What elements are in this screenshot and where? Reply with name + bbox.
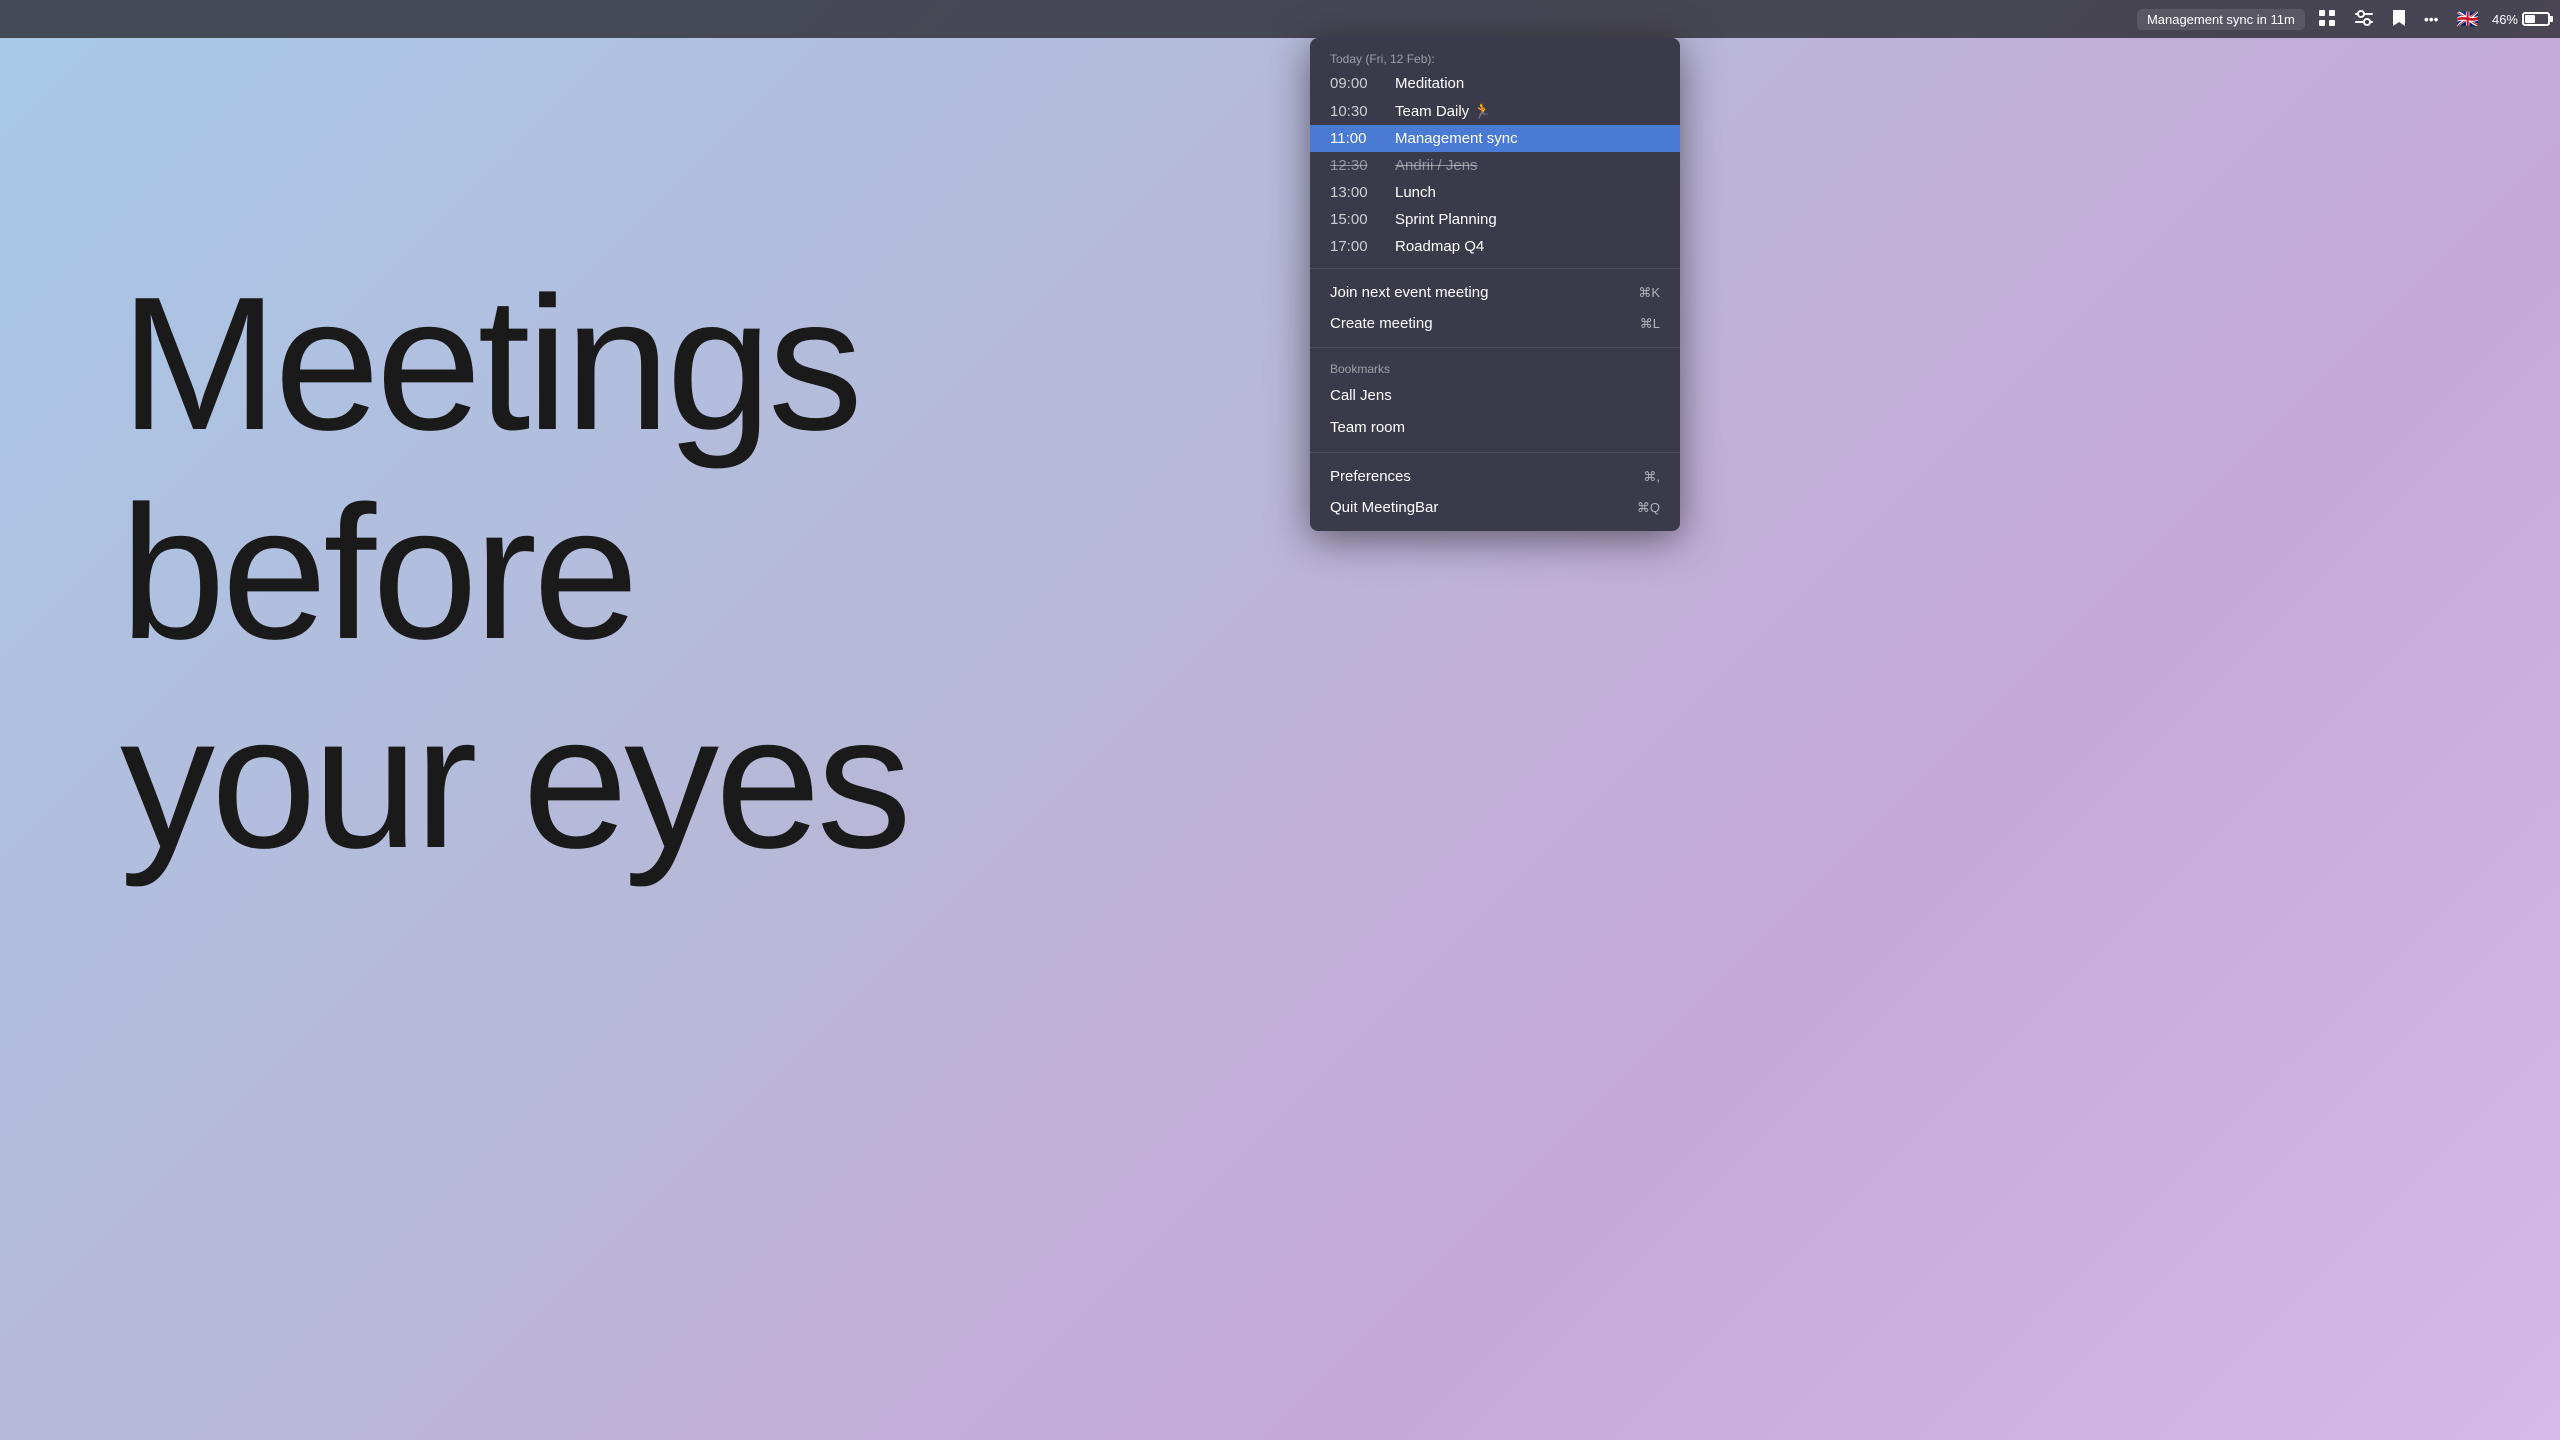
create-meeting-shortcut: ⌘L xyxy=(1640,316,1660,332)
event-team-daily[interactable]: 10:30 Team Daily 🏃 xyxy=(1310,97,1680,125)
bookmark-label-0: Call Jens xyxy=(1330,387,1392,404)
event-andrii-jens[interactable]: 12:30 Andrii / Jens xyxy=(1310,152,1680,179)
event-management-sync[interactable]: 11:00 Management sync xyxy=(1310,125,1680,152)
bookmarks-section: Bookmarks Call Jens Team room xyxy=(1310,348,1680,453)
preferences-label: Preferences xyxy=(1330,468,1411,485)
more-icon[interactable]: ••• xyxy=(2419,9,2444,29)
hero-text: Meetings before your eyes xyxy=(120,260,908,887)
join-next-label: Join next event meeting xyxy=(1330,284,1488,301)
event-sprint-planning[interactable]: 15:00 Sprint Planning xyxy=(1310,206,1680,233)
preferences-button[interactable]: Preferences ⌘, xyxy=(1310,461,1680,492)
grid-icon[interactable] xyxy=(2313,7,2341,32)
join-next-meeting-button[interactable]: Join next event meeting ⌘K xyxy=(1310,277,1680,308)
notification-label[interactable]: Management sync in 11m xyxy=(2137,9,2305,30)
create-meeting-button[interactable]: Create meeting ⌘L xyxy=(1310,308,1680,339)
event-time-2: 11:00 xyxy=(1330,130,1395,147)
hero-line3: your eyes xyxy=(120,678,908,887)
battery-icon xyxy=(2522,12,2550,26)
quit-shortcut: ⌘Q xyxy=(1637,500,1660,516)
battery-indicator: 46% xyxy=(2492,12,2550,27)
controls-icon[interactable] xyxy=(2349,7,2379,32)
dropdown-menu: Today (Fri, 12 Feb): 09:00 Meditation 10… xyxy=(1310,38,1680,531)
bookmarks-header: Bookmarks xyxy=(1310,356,1680,380)
bookmark-icon[interactable] xyxy=(2387,7,2411,32)
bookmark-call-jens[interactable]: Call Jens xyxy=(1310,380,1680,412)
event-time-6: 17:00 xyxy=(1330,238,1395,255)
events-section: Today (Fri, 12 Feb): 09:00 Meditation 10… xyxy=(1310,38,1680,269)
event-time-5: 15:00 xyxy=(1330,211,1395,228)
battery-percent: 46% xyxy=(2492,12,2518,27)
hero-line2: before xyxy=(120,469,908,678)
menubar: Management sync in 11m ••• 🇬🇧 46% xyxy=(0,0,2560,38)
quit-button[interactable]: Quit MeetingBar ⌘Q xyxy=(1310,492,1680,523)
bookmark-label-1: Team room xyxy=(1330,419,1405,436)
event-lunch[interactable]: 13:00 Lunch xyxy=(1310,179,1680,206)
event-name-2: Management sync xyxy=(1395,130,1660,147)
event-name-0: Meditation xyxy=(1395,75,1660,92)
bottom-actions-section: Preferences ⌘, Quit MeetingBar ⌘Q xyxy=(1310,453,1680,531)
event-name-5: Sprint Planning xyxy=(1395,211,1660,228)
event-time-1: 10:30 xyxy=(1330,103,1395,120)
create-meeting-label: Create meeting xyxy=(1330,315,1433,332)
event-meditation[interactable]: 09:00 Meditation xyxy=(1310,70,1680,97)
event-name-1: Team Daily 🏃 xyxy=(1395,102,1660,120)
event-name-4: Lunch xyxy=(1395,184,1660,201)
quit-label: Quit MeetingBar xyxy=(1330,499,1438,516)
event-name-3: Andrii / Jens xyxy=(1395,157,1660,174)
event-name-6: Roadmap Q4 xyxy=(1395,238,1660,255)
event-time-0: 09:00 xyxy=(1330,75,1395,92)
hero-line1: Meetings xyxy=(120,260,908,469)
actions-section: Join next event meeting ⌘K Create meetin… xyxy=(1310,269,1680,348)
join-next-shortcut: ⌘K xyxy=(1638,285,1660,301)
flag-icon[interactable]: 🇬🇧 xyxy=(2452,7,2484,32)
event-time-3: 12:30 xyxy=(1330,157,1395,174)
event-time-4: 13:00 xyxy=(1330,184,1395,201)
event-roadmap-q4[interactable]: 17:00 Roadmap Q4 xyxy=(1310,233,1680,260)
today-header: Today (Fri, 12 Feb): xyxy=(1310,46,1680,70)
preferences-shortcut: ⌘, xyxy=(1643,469,1660,485)
battery-fill xyxy=(2525,15,2535,23)
bookmark-team-room[interactable]: Team room xyxy=(1310,412,1680,444)
